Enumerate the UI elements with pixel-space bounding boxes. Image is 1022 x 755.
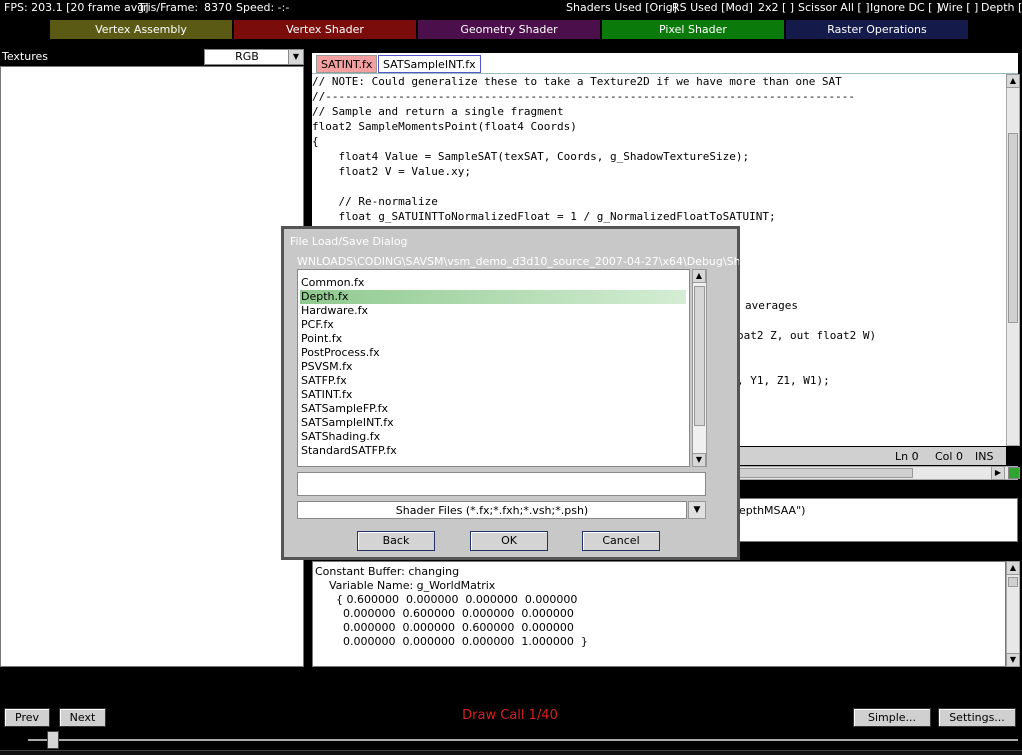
dialog-path: WNLOADS\CODING\SAVSM\vsm_demo_d3d10_sour… xyxy=(297,255,739,268)
cb-line: 0.000000 0.000000 0.000000 1.000000 } xyxy=(315,635,588,648)
simple-button[interactable]: Simple... xyxy=(853,708,931,727)
cb-line: Variable Name: g_WorldMatrix xyxy=(315,579,496,592)
cb-line: 0.000000 0.600000 0.000000 0.000000 xyxy=(315,607,574,620)
scroll-up-icon[interactable]: ▲ xyxy=(1006,74,1020,88)
tris-value: 8370 xyxy=(204,1,232,14)
texture-view xyxy=(0,66,304,667)
editor-tab-bar: SATINT.fx SATSampleINT.fx xyxy=(312,53,1018,74)
texture-channel-select[interactable]: RGB ▼ xyxy=(204,49,304,65)
filename-input[interactable] xyxy=(297,472,706,496)
bottom-strip xyxy=(0,750,1022,755)
constant-buffer-scrollbar[interactable]: ▲ ▼ xyxy=(1006,561,1020,667)
file-load-save-dialog: File Load/Save Dialog WNLOADS\CODING\SAV… xyxy=(281,226,740,560)
tab-label: SATINT.fx xyxy=(321,58,373,71)
stage-pixel-shader[interactable]: Pixel Shader xyxy=(602,20,784,39)
ok-button[interactable]: OK xyxy=(470,531,548,551)
list-item[interactable]: Point.fx xyxy=(300,332,686,346)
stage-label: Pixel Shader xyxy=(659,23,727,36)
scroll-thumb[interactable] xyxy=(1008,133,1018,323)
dialog-title: File Load/Save Dialog xyxy=(290,235,408,248)
cb-line: 0.000000 0.000000 0.600000 0.000000 xyxy=(315,621,574,634)
insert-mode: INS xyxy=(975,450,994,463)
wire-toggle[interactable]: Wire [ ] xyxy=(938,1,978,14)
code-text[interactable]: // NOTE: Could generalize these to take … xyxy=(312,74,1006,224)
scissor-toggle[interactable]: Scissor All [ ] xyxy=(798,1,870,14)
depth-toggle[interactable]: Depth [ ] xyxy=(981,1,1022,14)
list-item[interactable]: SATShading.fx xyxy=(300,430,686,444)
scroll-up-icon[interactable]: ▲ xyxy=(1006,561,1020,575)
list-item-selected[interactable]: Depth.fx xyxy=(300,290,686,304)
scroll-down-icon[interactable]: ▼ xyxy=(1006,653,1020,667)
stage-vertex-assembly[interactable]: Vertex Assembly xyxy=(50,20,232,39)
tab-satint[interactable]: SATINT.fx xyxy=(316,55,378,73)
cb-line: Constant Buffer: changing xyxy=(315,565,460,578)
list-item[interactable]: PCF.fx xyxy=(300,318,686,332)
constant-buffer-view: Constant Buffer: changing Variable Name:… xyxy=(312,561,1006,667)
scroll-down-icon[interactable]: ▼ xyxy=(692,453,706,467)
back-button[interactable]: Back xyxy=(357,531,435,551)
prev-button[interactable]: Prev xyxy=(4,708,50,727)
list-item[interactable]: SATSampleINT.fx xyxy=(300,416,686,430)
filetype-select[interactable]: Shader Files (*.fx;*.fxh;*.vsh;*.psh) xyxy=(297,501,687,519)
texture-channel-value: RGB xyxy=(235,50,259,63)
msaa-toggle[interactable]: 2x2 [ ] xyxy=(758,1,794,14)
stage-raster-operations[interactable]: Raster Operations xyxy=(786,20,968,39)
tab-satsampleint[interactable]: SATSampleINT.fx xyxy=(378,55,481,73)
stage-geometry-shader[interactable]: Geometry Shader xyxy=(418,20,600,39)
scroll-right-icon[interactable]: ▶ xyxy=(991,466,1005,480)
compile-output-text: epthMSAA") xyxy=(739,504,806,517)
editor-vscrollbar[interactable]: ▲ xyxy=(1006,74,1020,446)
scroll-thumb[interactable] xyxy=(1008,577,1018,587)
cb-line: { 0.600000 0.000000 0.000000 0.000000 xyxy=(315,593,578,606)
ignore-dc-toggle[interactable]: Ignore DC [ ] xyxy=(870,1,940,14)
draw-call-readout: Draw Call 1/40 xyxy=(462,708,558,723)
rs-used-toggle[interactable]: RS Used [Mod] xyxy=(672,1,753,14)
tab-label: SATSampleINT.fx xyxy=(383,58,476,71)
next-button[interactable]: Next xyxy=(59,708,106,727)
list-item[interactable]: SATFP.fx xyxy=(300,374,686,388)
file-list-scrollbar[interactable]: ▲ ▼ xyxy=(692,269,707,467)
column-number: Col 0 xyxy=(935,450,963,463)
draw-call-slider[interactable] xyxy=(28,739,1018,741)
list-item[interactable]: SATSampleFP.fx xyxy=(300,402,686,416)
chevron-down-icon[interactable]: ▼ xyxy=(288,50,303,64)
settings-button[interactable]: Settings... xyxy=(938,708,1016,727)
stage-label: Geometry Shader xyxy=(460,23,558,36)
cancel-button[interactable]: Cancel xyxy=(582,531,660,551)
list-item[interactable]: PostProcess.fx xyxy=(300,346,686,360)
speed-readout: Speed: -:- xyxy=(236,1,290,14)
list-item[interactable]: Common.fx xyxy=(300,276,686,290)
line-number: Ln 0 xyxy=(895,450,919,463)
code-fragment: oat2 Z, out float2 W) xyxy=(737,329,877,342)
stage-label: Vertex Shader xyxy=(286,23,364,36)
stage-label: Raster Operations xyxy=(827,23,927,36)
stage-label: Vertex Assembly xyxy=(95,23,187,36)
tris-label: Tris/Frame: xyxy=(138,1,199,14)
fps-readout: FPS: 203.1 [20 frame avg] xyxy=(4,1,149,14)
chevron-down-icon[interactable]: ▼ xyxy=(688,501,706,519)
file-list[interactable]: Common.fx Depth.fx Hardware.fx PCF.fx Po… xyxy=(297,269,690,467)
list-item[interactable]: StandardSATFP.fx xyxy=(300,444,686,458)
code-fragment: averages xyxy=(745,299,798,312)
scroll-up-icon[interactable]: ▲ xyxy=(692,269,706,283)
stage-vertex-shader[interactable]: Vertex Shader xyxy=(234,20,416,39)
textures-label: Textures xyxy=(2,50,48,63)
shaders-used-toggle[interactable]: Shaders Used [Orig] xyxy=(566,1,677,14)
slider-handle[interactable] xyxy=(47,731,59,749)
list-item[interactable]: SATINT.fx xyxy=(300,388,686,402)
compile-status-indicator xyxy=(1008,467,1020,479)
list-item[interactable]: Hardware.fx xyxy=(300,304,686,318)
list-item[interactable]: PSVSM.fx xyxy=(300,360,686,374)
status-bar: FPS: 203.1 [20 frame avg] Tris/Frame: 83… xyxy=(0,0,1022,16)
scroll-thumb[interactable] xyxy=(694,286,705,426)
code-fragment: , Y1, Z1, W1); xyxy=(737,374,830,387)
